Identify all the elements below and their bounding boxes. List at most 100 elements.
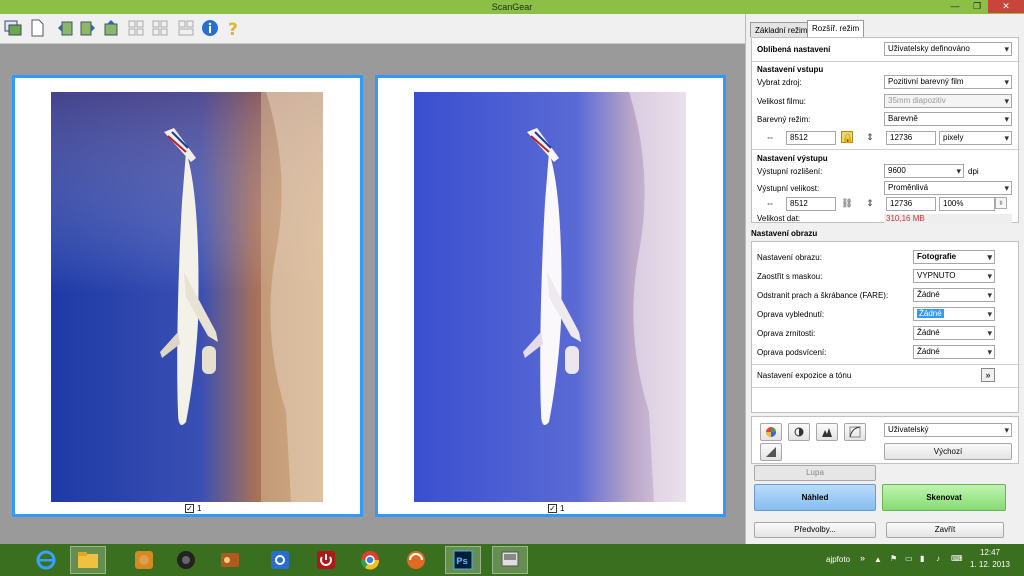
- lock-icon[interactable]: 🔒: [841, 131, 853, 143]
- divider: [752, 387, 1020, 388]
- checkbox-label: 1: [197, 504, 202, 513]
- settings-top-group: Oblíbená nastavení Uživatelsky definován…: [751, 37, 1020, 223]
- output-width-field[interactable]: 8512: [786, 197, 836, 211]
- dust-removal-label: Odstranit prach a škrábance (FARE):: [757, 291, 889, 300]
- network-icon[interactable]: ▮: [920, 554, 924, 563]
- unsharp-mask-dropdown[interactable]: VYPNUTO: [913, 269, 995, 283]
- output-size-label: Výstupní velikost:: [757, 184, 820, 193]
- histogram-icon: [822, 428, 832, 437]
- svg-text:?: ?: [228, 20, 238, 37]
- backlight-correction-dropdown[interactable]: Žádné: [913, 345, 995, 359]
- output-resolution-label: Výstupní rozlišení:: [757, 167, 823, 176]
- preview-frame-corrected[interactable]: ✓ 1: [375, 75, 726, 517]
- user-name: ajpfoto: [826, 555, 851, 564]
- preferences-button[interactable]: Předvolby...: [754, 522, 876, 538]
- volume-icon[interactable]: ♪: [936, 554, 940, 563]
- rotate-right-icon[interactable]: [78, 18, 98, 38]
- app-icon-1[interactable]: [126, 546, 162, 574]
- chain-link-icon[interactable]: ⛓: [841, 197, 853, 209]
- scan-button[interactable]: Skenovat: [882, 484, 1006, 511]
- close-button[interactable]: ✕: [988, 0, 1024, 13]
- color-mode-dropdown[interactable]: Barevně: [884, 112, 1012, 126]
- input-height-field[interactable]: 12736: [886, 131, 936, 145]
- output-size-dropdown[interactable]: Proměnlivá: [884, 181, 1012, 195]
- source-dropdown[interactable]: Pozitivní barevný film: [884, 75, 1012, 89]
- tone-curve-button[interactable]: [844, 423, 866, 441]
- clock-time[interactable]: 12:47: [970, 548, 1010, 557]
- fading-correction-label: Oprava vyblednutí:: [757, 310, 825, 319]
- output-resolution-dropdown[interactable]: 9600: [884, 164, 964, 178]
- preview-checkbox-corrected[interactable]: ✓ 1: [548, 504, 564, 513]
- select-all-icon[interactable]: [150, 18, 170, 38]
- device-icon[interactable]: ▭: [905, 554, 913, 563]
- chrome-icon[interactable]: [352, 546, 388, 574]
- image-setting-label: Nastavení obrazu:: [757, 253, 822, 262]
- scangear-task-icon[interactable]: [492, 546, 528, 574]
- dpi-label: dpi: [968, 167, 979, 176]
- favorites-label: Oblíbená nastavení: [757, 45, 831, 54]
- checkbox-mark[interactable]: ✓: [185, 504, 194, 513]
- expand-icon[interactable]: »: [981, 368, 995, 382]
- restore-button[interactable]: ❐: [966, 0, 988, 13]
- info-icon[interactable]: [200, 18, 220, 38]
- histogram-button[interactable]: [816, 423, 838, 441]
- file-explorer-icon[interactable]: [70, 546, 106, 574]
- preview-checkbox-original[interactable]: ✓ 1: [185, 504, 201, 513]
- fading-correction-dropdown[interactable]: Žádné: [913, 307, 995, 321]
- tab-advanced-mode[interactable]: Rozšíř. režim: [807, 20, 865, 37]
- image-setting-dropdown[interactable]: Fotografie: [913, 250, 995, 264]
- preview-button[interactable]: Náhled: [754, 484, 876, 511]
- photoshop-icon[interactable]: Ps: [445, 546, 481, 574]
- zoom-button[interactable]: Lupa: [754, 465, 876, 481]
- speaker-app-icon[interactable]: [168, 546, 204, 574]
- preview-frame-original[interactable]: ✓ 1: [12, 75, 363, 517]
- width-icon: ⇔: [765, 132, 775, 142]
- power-app-icon[interactable]: [308, 546, 344, 574]
- grid-icon[interactable]: [176, 18, 196, 38]
- settings-app-icon[interactable]: [262, 546, 298, 574]
- output-height-field[interactable]: 12736: [886, 197, 936, 211]
- rotate-left-icon[interactable]: [55, 18, 75, 38]
- flip-icon[interactable]: [101, 18, 121, 38]
- checkbox-mark[interactable]: ✓: [548, 504, 557, 513]
- checkbox-label: 1: [560, 504, 565, 513]
- brightness-contrast-button[interactable]: [788, 423, 810, 441]
- film-size-dropdown[interactable]: 35mm diapozitiv: [884, 94, 1012, 108]
- clock-date[interactable]: 1. 12. 2013: [966, 560, 1014, 569]
- crop-select-icon[interactable]: [126, 18, 146, 38]
- dust-removal-dropdown[interactable]: Žádné: [913, 288, 995, 302]
- help-icon[interactable]: ?: [223, 18, 243, 38]
- adjust-preset-dropdown[interactable]: Uživatelský: [884, 423, 1012, 437]
- divider: [752, 61, 1020, 62]
- grain-correction-label: Oprava zrnitosti:: [757, 329, 816, 338]
- unit-dropdown[interactable]: pixely: [939, 131, 1012, 145]
- data-size-label: Velikost dat:: [757, 214, 801, 223]
- app-icon-swirl[interactable]: [398, 546, 434, 574]
- tray-up-arrow-icon[interactable]: ▲: [874, 555, 882, 564]
- output-heading: Nastavení výstupu: [757, 154, 828, 163]
- default-button[interactable]: Výchozí: [884, 443, 1012, 460]
- grain-correction-dropdown[interactable]: Žádné: [913, 326, 995, 340]
- keyboard-icon[interactable]: ⌨: [951, 554, 963, 563]
- scale-field[interactable]: 100%: [939, 197, 995, 211]
- close-dialog-button[interactable]: Zavřít: [886, 522, 1004, 538]
- tray-arrows-icon[interactable]: »: [860, 553, 865, 563]
- internet-explorer-icon[interactable]: [28, 546, 64, 574]
- final-review-button[interactable]: [760, 443, 782, 461]
- threshold-icon: [766, 447, 776, 457]
- favorites-dropdown[interactable]: Uživatelsky definováno: [884, 42, 1012, 56]
- flag-icon[interactable]: ⚑: [890, 554, 897, 563]
- color-balance-button[interactable]: [760, 423, 782, 441]
- divider: [752, 149, 1020, 150]
- adjust-tools-group: Uživatelský Výchozí: [751, 416, 1019, 464]
- new-page-icon[interactable]: [27, 18, 47, 38]
- minimize-button[interactable]: —: [944, 0, 966, 13]
- scan-preview-icon[interactable]: [3, 18, 23, 38]
- height-icon: ⇕: [866, 132, 874, 142]
- input-width-field[interactable]: 8512: [786, 131, 836, 145]
- tab-basic-mode[interactable]: Základní režim: [750, 22, 813, 37]
- image-settings-group: Nastavení obrazu: Fotografie Zaostřit s …: [751, 241, 1020, 413]
- app-icon-3[interactable]: [212, 546, 248, 574]
- exposure-tone-label: Nastavení expozice a tónu: [757, 371, 852, 380]
- width-icon: ⇔: [765, 198, 775, 208]
